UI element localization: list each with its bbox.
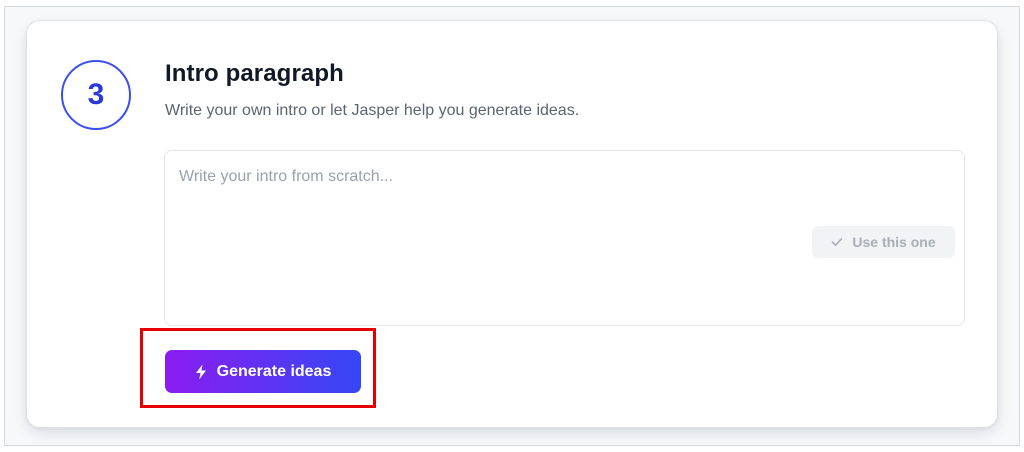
check-icon bbox=[831, 236, 843, 248]
section-subtitle: Write your own intro or let Jasper help … bbox=[165, 102, 580, 119]
section-title: Intro paragraph bbox=[165, 60, 344, 87]
generate-ideas-label: Generate ideas bbox=[216, 362, 332, 380]
step-number-badge: 3 bbox=[61, 60, 131, 130]
lightning-bolt-icon bbox=[195, 364, 207, 380]
use-this-one-button[interactable]: Use this one bbox=[812, 226, 955, 258]
use-this-one-label: Use this one bbox=[852, 234, 936, 250]
generate-ideas-button[interactable]: Generate ideas bbox=[165, 350, 361, 393]
step-number: 3 bbox=[87, 78, 105, 111]
